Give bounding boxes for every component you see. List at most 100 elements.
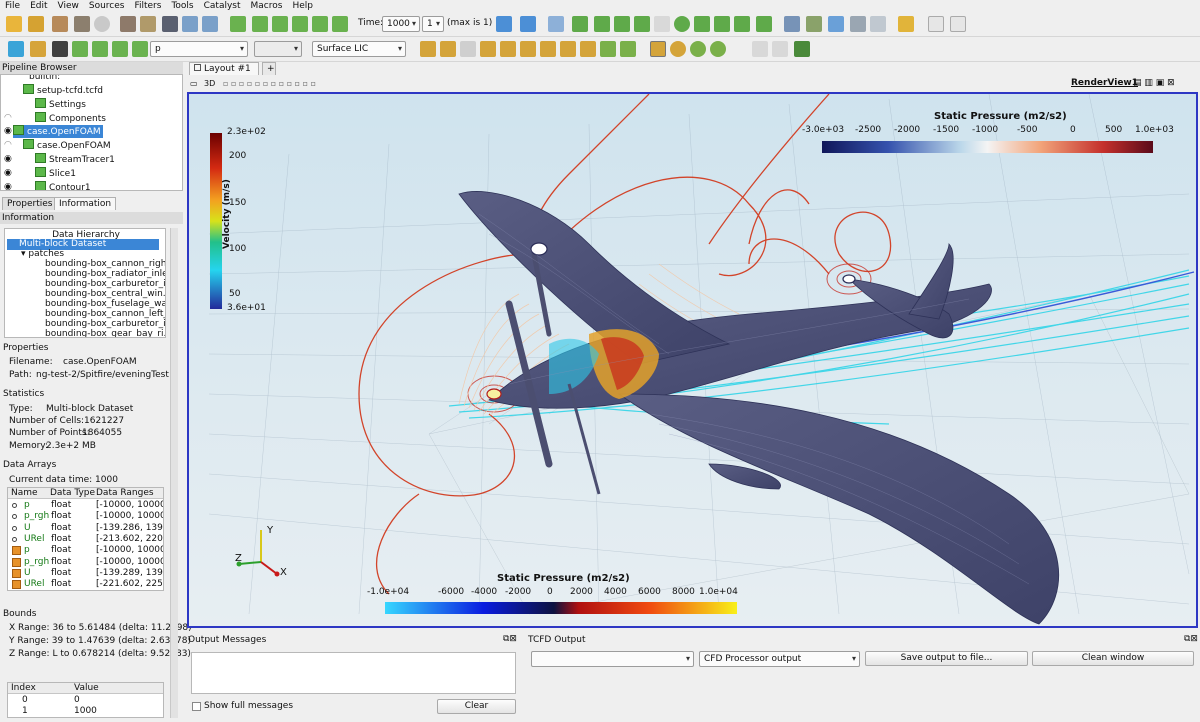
pipeline-item-case-openfoam-selected[interactable]: case.OpenFOAM [13,125,103,138]
column-header-ranges[interactable]: Data Ranges [96,488,154,498]
menu-macros[interactable]: Macros [246,0,288,12]
column-header-type[interactable]: Data Type [50,488,95,498]
table-row[interactable]: URel float [-221.602, 225... [8,579,163,590]
view-plus-z-icon[interactable] [560,41,576,57]
tab-information[interactable]: Information [54,197,117,210]
tcfd-processor-select[interactable]: CFD Processor output [699,651,860,667]
panel-float-icon[interactable]: ⧉⊠ [1184,634,1198,644]
save-output-button[interactable]: Save output to file... [865,651,1028,666]
snowflake-icon[interactable] [870,16,886,32]
view-window-controls[interactable]: ▤ ▥ ▣ ⊠ [1133,78,1175,88]
hierarchy-item[interactable]: bounding-box_radiator_inle... [45,269,165,279]
panel-float-icon[interactable]: ⧉⊠ [503,634,517,644]
view-3d-button[interactable]: 3D [204,79,215,88]
capture-screenshot-icon[interactable] [794,41,810,57]
view-minus-z-icon[interactable] [580,41,596,57]
table-row[interactable]: p float [-10000, 10000] [8,500,163,511]
hierarchy-item[interactable]: bounding-box_fuselage_wall [45,299,165,309]
table-row[interactable]: Ufloat [-139.289, 139... [8,568,163,579]
representation-select[interactable]: Surface LIC [312,41,406,57]
visibility-eye-icon[interactable]: ◉ [4,182,12,190]
visibility-eye-icon[interactable]: ◠ [4,140,12,150]
edit-colormap-icon[interactable] [52,41,68,57]
view-minus-x-icon[interactable] [500,41,516,57]
clean-window-button[interactable]: Clean window [1032,651,1194,666]
open-folder-icon[interactable] [6,16,22,32]
recent-folder-icon[interactable] [28,16,44,32]
pipeline-item-settings[interactable]: Settings [35,98,86,111]
slice-icon[interactable] [634,16,650,32]
table-row[interactable]: p float [-10000, 10000] [8,545,163,556]
view-tools-icons[interactable]: ▫ ▫ ▫ ▫ ▫ ▫ ▫ ▫ ▫ ▫ ▫ ▫ [223,79,316,88]
column-header-index[interactable]: Index [11,683,36,693]
find-data-icon[interactable] [548,16,564,32]
zoom-to-data-icon[interactable] [440,41,456,57]
visibility-eye-icon[interactable]: ◉ [4,126,12,136]
previous-frame-icon[interactable] [252,16,268,32]
pipeline-item-slice1[interactable]: Slice1 [35,167,76,180]
table-row[interactable]: p_rgh float [-10000, 10000] [8,511,163,522]
connect-icon[interactable] [120,16,136,32]
menu-help[interactable]: Help [287,0,318,12]
clip-icon[interactable] [614,16,630,32]
pipeline-item-streamtracer1[interactable]: StreamTracer1 [35,153,115,166]
next-frame-icon[interactable] [292,16,308,32]
last-frame-icon[interactable] [312,16,328,32]
undo-icon[interactable] [182,16,198,32]
first-frame-icon[interactable] [230,16,246,32]
info-scrollbar[interactable] [170,228,178,718]
pipeline-item-contour1[interactable]: Contour1 [35,181,91,190]
zoom-to-box-icon[interactable] [460,41,476,57]
component-select[interactable] [254,41,302,57]
show-full-messages-checkbox[interactable] [192,702,201,711]
settings-icon[interactable] [850,16,866,32]
new-document-icon[interactable] [928,16,944,32]
rescale-visible-icon[interactable] [112,41,128,57]
menu-tools[interactable]: Tools [166,0,198,12]
visibility-eye-icon[interactable]: ◉ [4,154,12,164]
view-split-icon[interactable]: ▭ [190,79,198,88]
color-map-editor-icon[interactable] [8,41,24,57]
camera-undo-icon[interactable] [752,41,768,57]
rescale-temporal-icon[interactable] [132,41,148,57]
view-plus-x-icon[interactable] [480,41,496,57]
column-header-name[interactable]: Name [11,488,38,498]
rescale-custom-icon[interactable] [92,41,108,57]
view-plus-y-icon[interactable] [520,41,536,57]
load-state-icon[interactable] [52,16,68,32]
visibility-eye-icon[interactable]: ◠ [4,113,12,123]
stream-tracer-icon[interactable] [714,16,730,32]
table-row[interactable]: URel float [-213.602, 220... [8,534,163,545]
add-document-icon[interactable] [950,16,966,32]
redo-icon[interactable] [202,16,218,32]
rescale-range-icon[interactable] [72,41,88,57]
center-axes-icon[interactable] [670,41,686,57]
loop-icon[interactable] [332,16,348,32]
pick-center-icon[interactable] [710,41,726,57]
macro-icon[interactable] [162,16,178,32]
pipeline-item-setup-tcfd[interactable]: setup-tcfd.tcfd [23,84,103,97]
menu-view[interactable]: View [53,0,84,12]
plugin-icon[interactable] [828,16,844,32]
time-input[interactable]: 1000 [382,16,420,32]
pipeline-item-builtin[interactable]: builtin: [29,75,60,84]
camera-link-icon[interactable] [784,16,800,32]
menu-file[interactable]: File [0,0,25,12]
extract-subset-icon[interactable] [674,16,690,32]
hierarchy-item[interactable]: bounding-box_cannon_left_... [45,309,165,319]
threshold-icon[interactable] [654,16,670,32]
hierarchy-item[interactable]: bounding-box_gear_bay_ri... [45,329,165,337]
reset-center-icon[interactable] [690,41,706,57]
disconnect-icon[interactable] [140,16,156,32]
group-datasets-icon[interactable] [756,16,772,32]
menu-sources[interactable]: Sources [84,0,130,12]
hierarchy-item[interactable]: bounding-box_carburetor_i... [45,279,165,289]
select-cells-icon[interactable] [520,16,536,32]
tab-layout-1[interactable]: Layout #1 ⊠ [189,62,259,87]
pipeline-item-case-openfoam[interactable]: case.OpenFOAM [23,139,111,152]
menu-edit[interactable]: Edit [25,0,52,12]
warp-vector-icon[interactable] [734,16,750,32]
custom-filter-icon[interactable] [806,16,822,32]
render-view[interactable]: 2.3e+02 200 150 100 50 3.6e+01 Velocity … [187,92,1198,628]
contour-icon[interactable] [594,16,610,32]
